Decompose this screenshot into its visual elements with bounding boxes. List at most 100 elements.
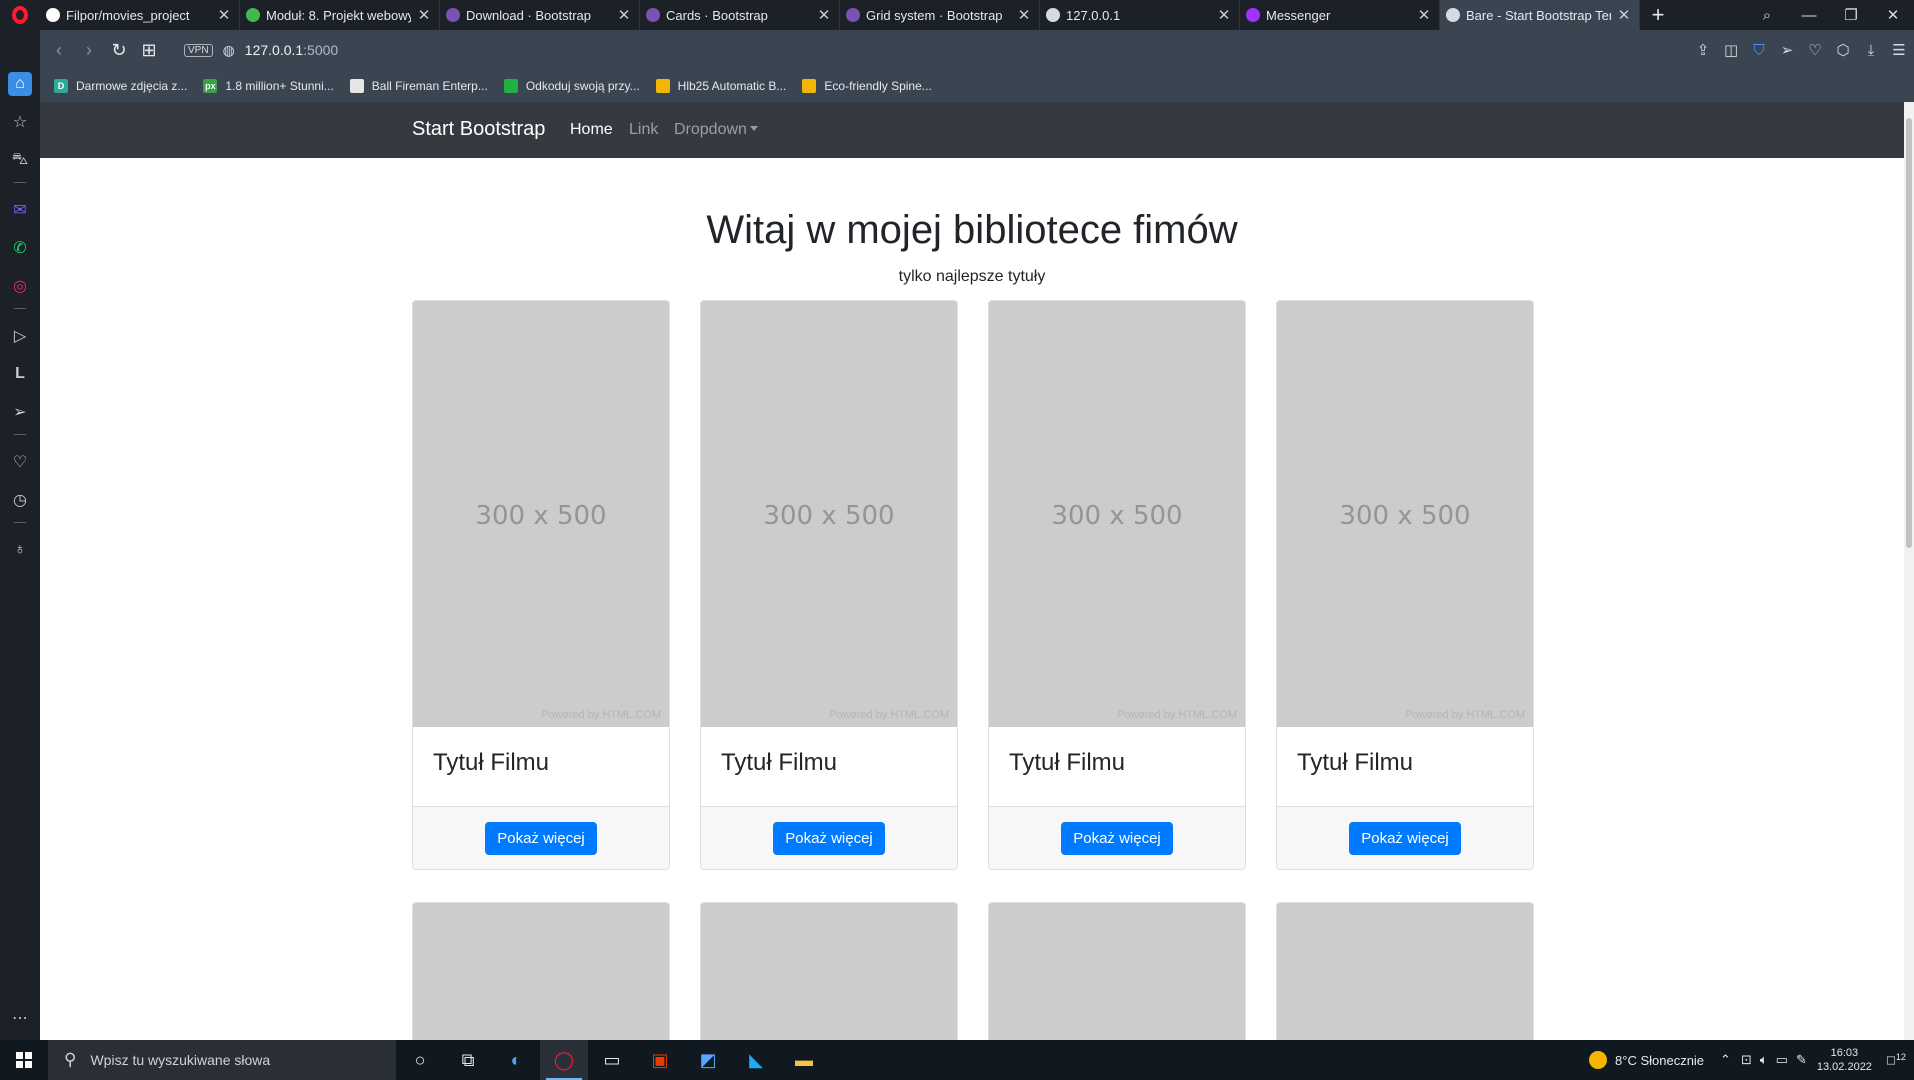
opera-taskbar-icon[interactable]: ◯ (540, 1040, 588, 1080)
flow-icon[interactable]: L (8, 362, 32, 386)
home-icon[interactable]: ⌂ (8, 72, 32, 96)
download-icon[interactable]: ⤓ (1864, 42, 1878, 59)
close-tab-icon[interactable]: ✕ (1217, 6, 1231, 24)
volume-icon[interactable]: 🔈︎ (1760, 1052, 1768, 1068)
nav-link[interactable]: Link (629, 121, 658, 139)
close-tab-icon[interactable]: ✕ (817, 6, 831, 24)
browser-tab[interactable]: Cards · Bootstrap ✕ (640, 0, 840, 30)
speed-dial-icon[interactable]: ☆ (8, 110, 32, 134)
bookmark-label: Darmowe zdjęcia z... (76, 79, 188, 93)
close-tab-icon[interactable]: ✕ (617, 6, 631, 24)
browser-tab[interactable]: Bare - Start Bootstrap Temp ✕ (1440, 0, 1640, 30)
bookmark-item[interactable]: Hlb25 Automatic B... (655, 79, 786, 93)
nav-home-link[interactable]: Home (570, 121, 613, 139)
show-more-button[interactable]: Pokaż więcej (773, 821, 885, 855)
shopping-bag-icon[interactable]: ⛍ (8, 148, 32, 172)
task-view-icon[interactable]: ⧉ (444, 1040, 492, 1080)
close-tab-icon[interactable]: ✕ (1017, 6, 1031, 24)
bookmark-favicon-icon: px (203, 79, 218, 93)
github-icon (46, 8, 60, 22)
browser-tab[interactable]: 127.0.0.1 ✕ (1040, 0, 1240, 30)
navbar-brand[interactable]: Start Bootstrap (412, 118, 545, 141)
taskbar-clock[interactable]: 16:03 13.02.2022 (1817, 1046, 1872, 1074)
shield-icon[interactable]: ⛉ (1752, 42, 1766, 59)
search-tabs-icon[interactable]: ⌕ (1746, 7, 1788, 24)
terminal-icon[interactable]: ▭ (588, 1040, 636, 1080)
chevron-up-icon[interactable]: ⌃ (1720, 1052, 1731, 1068)
close-tab-icon[interactable]: ✕ (1417, 6, 1431, 24)
browser-tab[interactable]: Download · Bootstrap ✕ (440, 0, 640, 30)
cortana-icon[interactable]: ○ (396, 1040, 444, 1080)
pen-icon[interactable]: ✎ (1796, 1052, 1807, 1068)
vpn-badge[interactable]: VPN (184, 43, 213, 57)
messenger-icon[interactable]: ✉ (8, 198, 32, 222)
bookmark-item[interactable]: Ball Fireman Enterp... (349, 79, 488, 93)
movie-card: 300 x 500 Powered by HTML.COM Tytuł Filmu P… (700, 300, 958, 870)
bookmark-item[interactable]: Eco-friendly Spine... (802, 79, 932, 93)
easy-setup-icon[interactable]: ☰ (1892, 41, 1906, 59)
app-icon[interactable]: ◩ (684, 1040, 732, 1080)
opera-sidebar: ⌂ ☆ ⛍ ✉ ✆ ◎ ▷ L ➢ ♡ ◷ ♁ ⋯ (0, 30, 40, 1040)
history-icon[interactable]: ◷ (8, 488, 32, 512)
bookmark-item[interactable]: D Darmowe zdjęcia z... (54, 79, 187, 93)
send-icon[interactable]: ➢ (1780, 41, 1794, 59)
whatsapp-icon[interactable]: ✆ (8, 236, 32, 260)
bookmark-item[interactable]: px 1.8 million+ Stunni... (203, 79, 334, 93)
show-more-button[interactable]: Pokaż więcej (485, 821, 597, 855)
scrollbar-thumb[interactable] (1906, 118, 1912, 548)
browser-tab[interactable]: Filpor/movies_project ✕ (40, 0, 240, 30)
more-icon[interactable]: ⋯ (8, 1006, 32, 1030)
close-tab-icon[interactable]: ✕ (217, 6, 231, 24)
site-info-icon[interactable]: ◍ (223, 42, 235, 59)
weather-sun-icon (1589, 1051, 1608, 1069)
restore-button[interactable]: ❐ (1830, 6, 1872, 24)
heart-icon[interactable]: ♡ (8, 450, 32, 474)
player-icon[interactable]: ▷ (8, 324, 32, 348)
close-window-button[interactable]: ✕ (1872, 6, 1914, 24)
bookmark-label: Odkoduj swoją przy... (525, 79, 640, 93)
instagram-icon[interactable]: ◎ (8, 274, 32, 298)
notifications-icon[interactable]: ☐12 (1886, 1052, 1906, 1068)
url-field[interactable]: 127.0.0.1:5000 (245, 42, 338, 58)
send-icon[interactable]: ➢ (8, 400, 32, 424)
bookmark-favicon-icon (349, 79, 364, 93)
movie-card (1276, 902, 1534, 1040)
opera-menu-button[interactable] (0, 0, 40, 30)
close-tab-icon[interactable]: ✕ (1617, 6, 1631, 24)
browser-tab[interactable]: Messenger ✕ (1240, 0, 1440, 30)
edge-icon[interactable]: ◐ (492, 1040, 540, 1080)
lightbulb-icon[interactable]: ♁ (8, 538, 32, 562)
office-icon[interactable]: ▣ (636, 1040, 684, 1080)
new-tab-button[interactable]: + (1640, 2, 1676, 28)
cube-icon[interactable]: ⬡ (1836, 41, 1850, 59)
nav-dropdown[interactable]: Dropdown (674, 121, 758, 139)
tab-title: Download · Bootstrap (466, 7, 592, 23)
file-explorer-icon[interactable]: ▬ (780, 1040, 828, 1080)
show-more-button[interactable]: Pokaż więcej (1061, 821, 1173, 855)
heart-icon[interactable]: ♡ (1808, 41, 1822, 59)
page-scrollbar[interactable] (1904, 102, 1914, 1040)
weather-text[interactable]: 8°C Słonecznie (1615, 1053, 1704, 1068)
share-icon[interactable]: ⇪ (1696, 41, 1710, 59)
back-button[interactable]: ‹ (44, 40, 74, 61)
opera-logo-icon (12, 6, 28, 24)
minimize-button[interactable]: — (1788, 7, 1830, 24)
placeholder-size-text: 300 x 500 (475, 501, 607, 531)
start-button[interactable] (0, 1040, 48, 1080)
movie-poster-placeholder: 300 x 500 Powered by HTML.COM (701, 301, 957, 727)
battery-icon[interactable]: ▭ (1776, 1052, 1788, 1068)
show-more-button[interactable]: Pokaż więcej (1349, 821, 1461, 855)
snapshot-icon[interactable]: ◫ (1724, 41, 1738, 59)
card-footer: Pokaż więcej (1277, 807, 1533, 869)
network-icon[interactable]: ⊡ (1741, 1052, 1752, 1068)
taskbar-search-placeholder: Wpisz tu wyszukiwane słowa (90, 1052, 271, 1068)
tab-grid-button[interactable]: ⊞ (134, 40, 164, 61)
vscode-icon[interactable]: ◣ (732, 1040, 780, 1080)
browser-tab[interactable]: Moduł: 8. Projekt webowy ✕ (240, 0, 440, 30)
close-tab-icon[interactable]: ✕ (417, 6, 431, 24)
bookmark-item[interactable]: Odkoduj swoją przy... (503, 79, 640, 93)
reload-button[interactable]: ↻ (104, 40, 134, 61)
forward-button[interactable]: › (74, 40, 104, 61)
browser-tab[interactable]: Grid system · Bootstrap ✕ (840, 0, 1040, 30)
taskbar-search[interactable]: ⚲ Wpisz tu wyszukiwane słowa (48, 1040, 396, 1080)
